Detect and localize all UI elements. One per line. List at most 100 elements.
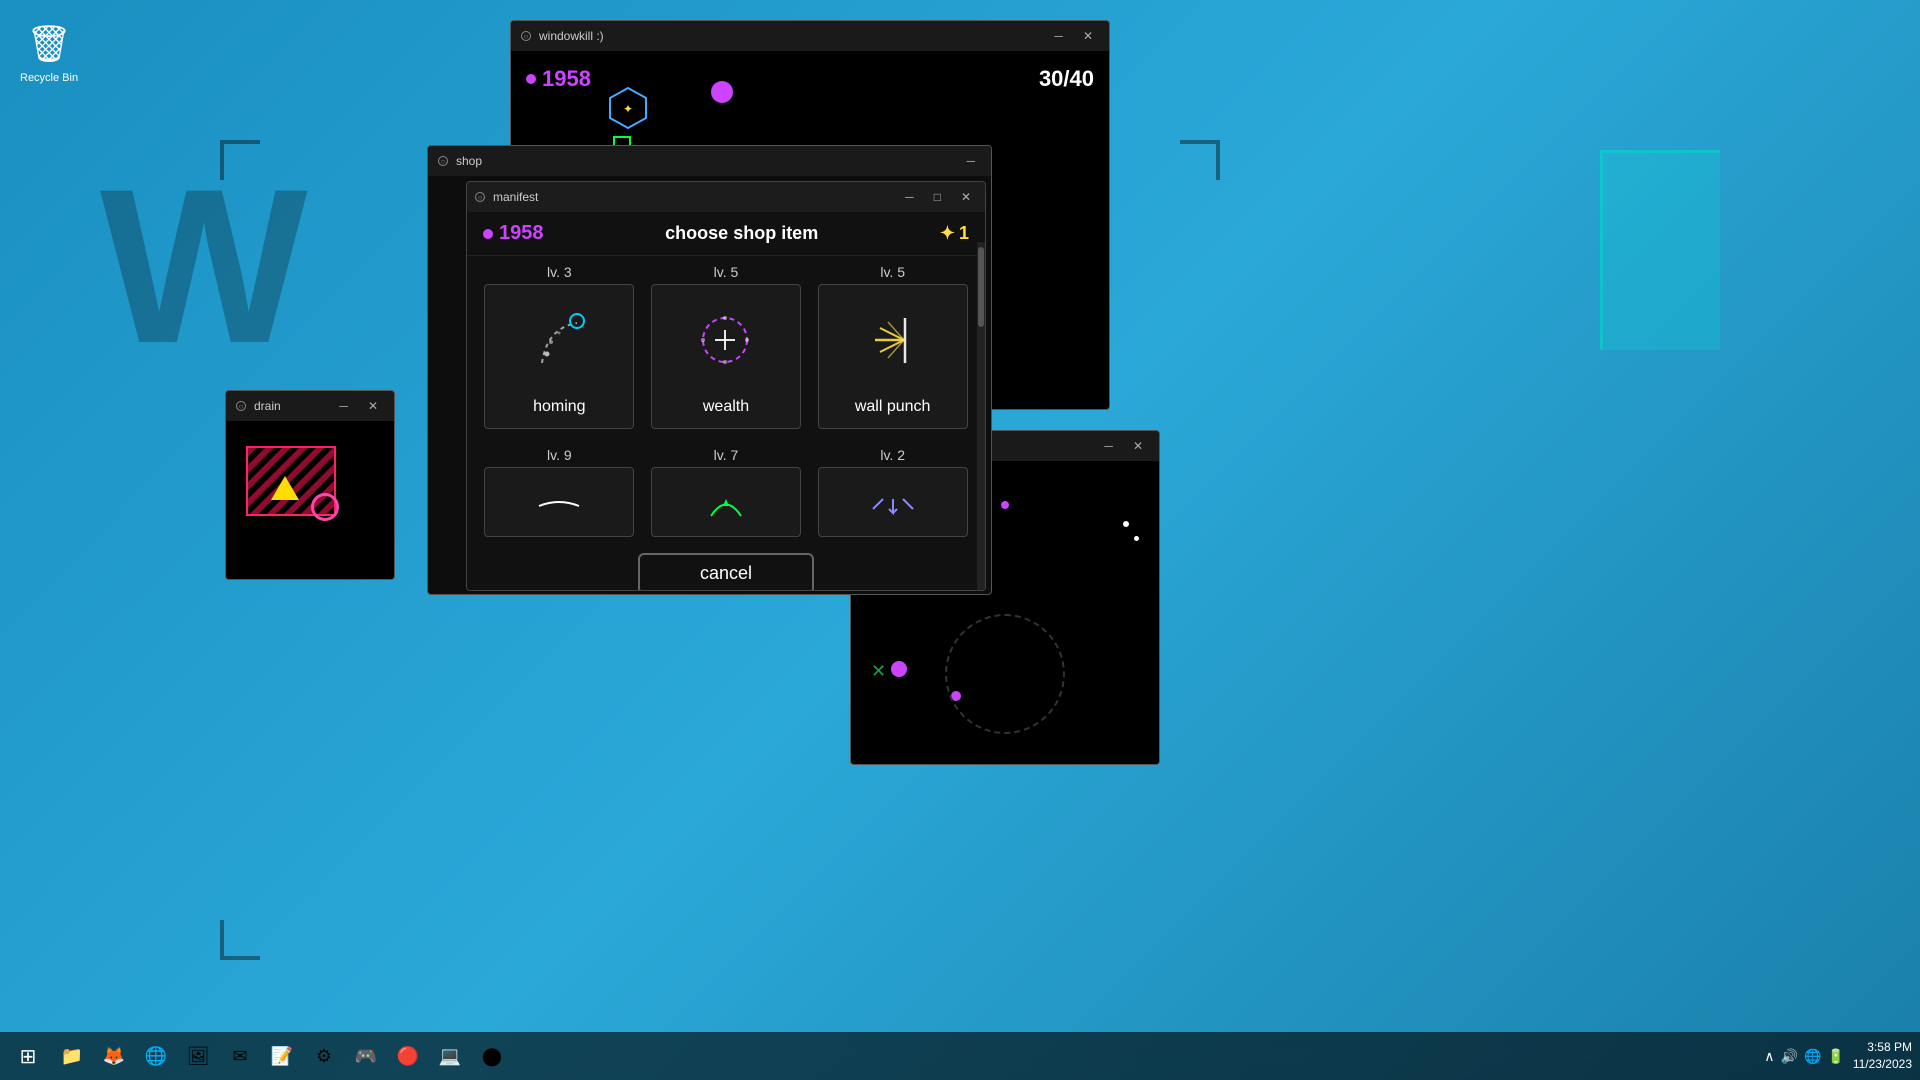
scrollbar-thumb[interactable] bbox=[978, 247, 984, 327]
game-minimize-btn[interactable]: ─ bbox=[1048, 27, 1069, 45]
shop-stars: ✦ 1 bbox=[940, 223, 969, 244]
shop-item-wallpunch[interactable]: wall punch bbox=[818, 284, 968, 429]
particle-4 bbox=[1001, 501, 1009, 509]
taskbar-game[interactable]: 🎮 bbox=[346, 1036, 386, 1076]
shop-title: shop bbox=[456, 154, 952, 168]
game-title: windowkill :) bbox=[539, 29, 1040, 43]
cancel-button[interactable]: cancel bbox=[638, 553, 814, 590]
gear-circle bbox=[945, 614, 1065, 734]
taskbar-mail[interactable]: ✉ bbox=[220, 1036, 260, 1076]
taskbar-volume-icon[interactable]: 🔊 bbox=[1781, 1048, 1798, 1065]
green-mark: ✕ bbox=[871, 661, 886, 682]
wealth-level: lv. 5 bbox=[714, 264, 739, 280]
shop-titlebar-icon: ○ bbox=[438, 156, 448, 166]
taskbar-battery-icon[interactable]: 🔋 bbox=[1827, 1048, 1844, 1065]
game-titlebar[interactable]: ○ windowkill :) ─ ✕ bbox=[511, 21, 1109, 51]
game-titlebar-controls[interactable]: ─ ✕ bbox=[1048, 27, 1099, 45]
r2c1-level: lv. 9 bbox=[547, 447, 572, 463]
right-minimize-btn[interactable]: ─ bbox=[1098, 437, 1119, 455]
score-value: 1958 bbox=[542, 66, 591, 92]
particle-white-2 bbox=[1134, 536, 1139, 541]
taskbar-circle-app[interactable]: ⬤ bbox=[472, 1036, 512, 1076]
svg-text:✦: ✦ bbox=[623, 102, 633, 116]
bracket-tr bbox=[1180, 140, 1220, 180]
taskbar-app1[interactable]: 🔴 bbox=[388, 1036, 428, 1076]
drain-titlebar-controls[interactable]: ─ ✕ bbox=[333, 397, 384, 415]
right-titlebar-controls[interactable]: ─ ✕ bbox=[1098, 437, 1149, 455]
wealth-icon bbox=[691, 305, 761, 375]
drain-content bbox=[226, 421, 394, 579]
purple-circle-enemy bbox=[711, 81, 733, 103]
taskbar-file-explorer[interactable]: 📁 bbox=[52, 1036, 92, 1076]
recycle-bin-icon: 🗑 bbox=[25, 20, 73, 68]
taskbar-firefox[interactable]: 🦊 bbox=[94, 1036, 134, 1076]
taskbar-chrome[interactable]: 🌐 bbox=[136, 1036, 176, 1076]
shop-choose-label: choose shop item bbox=[544, 223, 940, 244]
shop-item-wallpunch-col: lv. 5 bbox=[814, 264, 971, 429]
homing-level: lv. 3 bbox=[547, 264, 572, 280]
recycle-bin-label: Recycle Bin bbox=[20, 72, 78, 84]
start-button[interactable]: ⊞ bbox=[8, 1036, 48, 1076]
r2c2-level: lv. 7 bbox=[714, 447, 739, 463]
right-close-btn[interactable]: ✕ bbox=[1127, 437, 1149, 455]
shop-item-r2c1-col: lv. 9 bbox=[481, 447, 638, 537]
score-dot bbox=[526, 74, 536, 84]
wallpunch-icon bbox=[858, 305, 928, 375]
drain-ring bbox=[311, 493, 339, 521]
manifest-content: 1958 choose shop item ✦ 1 lv. 3 bbox=[467, 212, 985, 590]
game-close-btn[interactable]: ✕ bbox=[1077, 27, 1099, 45]
shop-item-r2c1[interactable] bbox=[484, 467, 634, 537]
taskbar-sys-icons: ∧ 🔊 🌐 🔋 bbox=[1764, 1048, 1845, 1065]
shop-item-r2c3[interactable] bbox=[818, 467, 968, 537]
drain-titlebar[interactable]: ○ drain ─ ✕ bbox=[226, 391, 394, 421]
manifest-minimize-btn[interactable]: ─ bbox=[899, 188, 920, 206]
manifest-close-btn[interactable]: ✕ bbox=[955, 188, 977, 206]
taskbar-notepad[interactable]: 📝 bbox=[262, 1036, 302, 1076]
taskbar-settings[interactable]: ⚙ bbox=[304, 1036, 344, 1076]
taskbar-network-icon[interactable]: 🌐 bbox=[1804, 1048, 1821, 1065]
shop-titlebar[interactable]: ○ shop ─ bbox=[428, 146, 991, 176]
wallpunch-level: lv. 5 bbox=[880, 264, 905, 280]
shop-item-r2c3-col: lv. 2 bbox=[814, 447, 971, 537]
drain-minimize-btn[interactable]: ─ bbox=[333, 397, 354, 415]
scrollbar[interactable] bbox=[977, 242, 985, 590]
desktop: W L 🗑 Recycle Bin ○ windowkill :) ─ ✕ 19… bbox=[0, 0, 1920, 1080]
manifest-titlebar[interactable]: ○ manifest ─ □ ✕ bbox=[467, 182, 985, 212]
shop-currency: 1958 bbox=[483, 222, 544, 245]
homing-name: homing bbox=[533, 398, 585, 416]
wealth-name: wealth bbox=[703, 398, 749, 416]
recycle-bin[interactable]: 🗑 Recycle Bin bbox=[20, 20, 78, 84]
bracket-bl bbox=[220, 920, 260, 960]
drain-title: drain bbox=[254, 399, 325, 413]
shop-minimize-btn[interactable]: ─ bbox=[960, 152, 981, 170]
shop-item-wealth[interactable]: wealth bbox=[651, 284, 801, 429]
taskbar-photos[interactable]: 🖼 bbox=[178, 1036, 218, 1076]
drain-close-btn[interactable]: ✕ bbox=[362, 397, 384, 415]
taskbar-terminal[interactable]: 💻 bbox=[430, 1036, 470, 1076]
player-hex: ✦ bbox=[606, 86, 650, 130]
drain-triangle bbox=[271, 476, 299, 500]
shop-titlebar-controls[interactable]: ─ bbox=[960, 152, 981, 170]
taskbar-chevron-icon[interactable]: ∧ bbox=[1764, 1048, 1774, 1065]
particle-5 bbox=[891, 661, 907, 677]
manifest-controls[interactable]: ─ □ ✕ bbox=[899, 188, 977, 206]
clock-date: 11/23/2023 bbox=[1853, 1056, 1912, 1073]
drain-titlebar-icon: ○ bbox=[236, 401, 246, 411]
stars-value: 1 bbox=[959, 223, 969, 244]
manifest-title: manifest bbox=[493, 190, 891, 204]
taskbar-clock[interactable]: 3:58 PM 11/23/2023 bbox=[1853, 1039, 1912, 1073]
r2c3-level: lv. 2 bbox=[880, 447, 905, 463]
shop-item-r2c2-col: lv. 7 bbox=[648, 447, 805, 537]
shop-header: 1958 choose shop item ✦ 1 bbox=[467, 212, 985, 256]
cyan-glow bbox=[1600, 150, 1720, 350]
taskbar-right: ∧ 🔊 🌐 🔋 3:58 PM 11/23/2023 bbox=[1764, 1039, 1912, 1073]
game-wave: 30/40 bbox=[1039, 66, 1094, 92]
shop-item-r2c2[interactable] bbox=[651, 467, 801, 537]
manifest-window: ○ manifest ─ □ ✕ 1958 choose shop item bbox=[466, 181, 986, 591]
taskbar-icons: 📁 🦊 🌐 🖼 ✉ 📝 ⚙ 🎮 🔴 💻 ⬤ bbox=[52, 1036, 512, 1076]
shop-item-homing[interactable]: homing bbox=[484, 284, 634, 429]
particle-white-1 bbox=[1123, 521, 1129, 527]
cancel-btn-row: cancel bbox=[467, 545, 985, 590]
homing-icon bbox=[524, 305, 594, 375]
manifest-maximize-btn[interactable]: □ bbox=[928, 188, 947, 206]
